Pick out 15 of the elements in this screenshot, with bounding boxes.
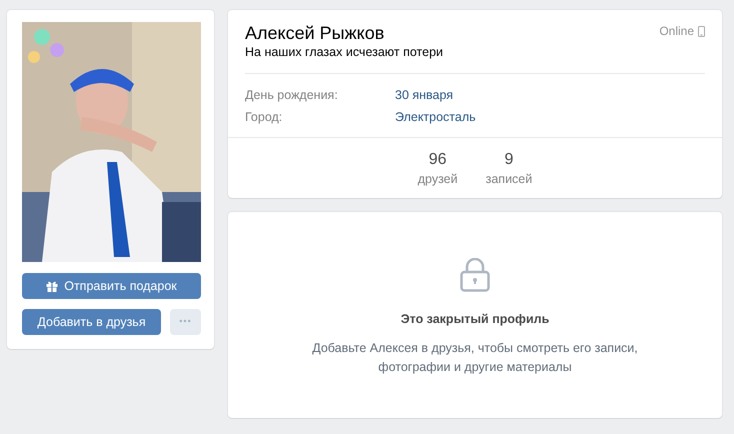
info-link[interactable]: 30 января <box>395 84 454 106</box>
add-friend-button[interactable]: Добавить в друзья <box>22 309 161 335</box>
profile-status: На наших глазах исчезают потери <box>245 44 444 60</box>
profile-name: Алексей Рыжков <box>245 22 384 44</box>
gift-icon <box>46 280 58 292</box>
closed-profile-title: Это закрытый профиль <box>400 310 550 328</box>
counter-link[interactable]: 9 записей <box>486 150 532 189</box>
info-label: Город: <box>245 109 284 126</box>
lock-icon <box>460 258 490 292</box>
counter-link[interactable]: 96 друзей <box>418 150 458 189</box>
send-gift-button[interactable]: Отправить подарок <box>22 273 201 299</box>
info-link[interactable]: Электросталь <box>395 106 476 128</box>
online-status: Online <box>659 23 694 40</box>
closed-profile-text: Добавьте Алексея в друзья, чтобы смотреть его записи, фотографии и другие материалы <box>311 340 639 376</box>
info-label: День рождения: <box>245 87 339 104</box>
